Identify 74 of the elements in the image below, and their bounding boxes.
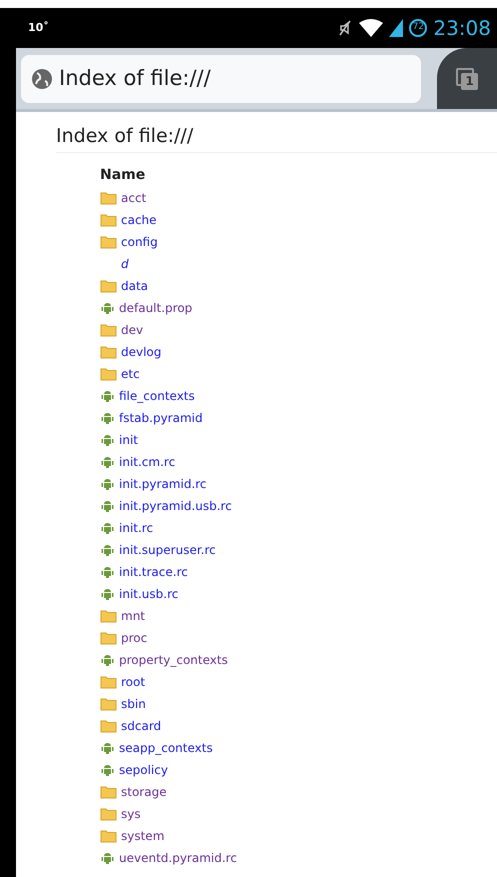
android-icon	[100, 586, 115, 600]
android-icon	[100, 388, 115, 402]
folder-icon	[100, 828, 117, 842]
file-link[interactable]: init.usb.rc	[119, 584, 178, 602]
file-link[interactable]: fstab.pyramid	[119, 408, 203, 426]
file-link[interactable]: mnt	[121, 606, 145, 624]
folder-icon	[100, 608, 117, 622]
temperature-text: 10˚	[28, 20, 49, 36]
android-icon	[100, 476, 115, 490]
android-icon	[100, 542, 115, 556]
file-link[interactable]: sys	[121, 804, 141, 822]
file-link[interactable]: cache	[121, 210, 157, 228]
file-link[interactable]: acct	[121, 188, 146, 206]
file-link[interactable]: ueventd.pyramid.rc	[119, 848, 237, 866]
tab-count: 1	[461, 72, 478, 90]
folder-icon	[100, 234, 117, 248]
folder-icon	[100, 630, 117, 644]
android-icon	[100, 300, 115, 314]
file-link[interactable]: etc	[121, 364, 140, 382]
folder-icon	[100, 784, 117, 798]
android-icon	[100, 432, 115, 446]
folder-icon	[100, 806, 117, 820]
android-icon	[100, 564, 115, 578]
file-link[interactable]: sdcard	[121, 716, 162, 734]
file-link[interactable]: devlog	[121, 342, 162, 360]
file-link[interactable]: init	[119, 430, 138, 448]
android-icon	[100, 410, 115, 424]
android-icon	[100, 454, 115, 468]
file-link[interactable]: data	[121, 276, 148, 294]
file-link[interactable]: property_contexts	[119, 650, 228, 668]
folder-icon	[100, 366, 117, 380]
signal-icon	[389, 19, 404, 37]
url-text: Index of file:///	[59, 64, 211, 92]
file-link[interactable]: seapp_contexts	[119, 738, 213, 756]
folder-icon	[100, 190, 117, 204]
file-link[interactable]: root	[121, 672, 146, 690]
folder-icon	[100, 344, 117, 358]
android-icon	[100, 498, 115, 512]
battery-badge: 72	[409, 19, 428, 37]
file-link[interactable]: init.superuser.rc	[119, 540, 216, 558]
wifi-icon	[359, 19, 384, 37]
globe-icon	[31, 68, 53, 90]
file-link[interactable]: dev	[121, 320, 144, 338]
file-link[interactable]: init.pyramid.rc	[119, 474, 207, 492]
android-icon	[100, 740, 115, 754]
folder-icon	[100, 674, 117, 688]
folder-icon	[100, 696, 117, 710]
file-link[interactable]: proc	[121, 628, 148, 646]
android-icon	[100, 652, 115, 666]
file-link[interactable]: config	[121, 232, 158, 250]
file-link[interactable]: sepolicy	[119, 760, 168, 778]
column-header: Name	[100, 166, 146, 184]
file-link[interactable]: default.prop	[119, 298, 192, 316]
android-icon	[100, 850, 115, 864]
file-link[interactable]: storage	[121, 782, 167, 800]
folder-icon	[100, 212, 117, 226]
folder-icon	[100, 322, 117, 336]
android-icon	[100, 762, 115, 776]
mute-icon	[337, 19, 354, 37]
page-heading: Index of file:///	[56, 122, 497, 152]
tabs-button[interactable]: 1	[437, 48, 497, 109]
file-link[interactable]: init.rc	[119, 518, 154, 536]
file-link[interactable]: sbin	[121, 694, 146, 712]
url-field[interactable]: Index of file:///	[21, 54, 421, 102]
folder-icon	[100, 718, 117, 732]
file-link[interactable]: init.cm.rc	[119, 452, 176, 470]
file-link[interactable]: init.trace.rc	[119, 562, 188, 580]
file-link[interactable]: file_contexts	[119, 386, 195, 404]
file-link[interactable]: system	[121, 826, 164, 844]
folder-icon	[100, 278, 117, 292]
file-link[interactable]: init.pyramid.usb.rc	[119, 496, 232, 514]
clock-text: 23:08	[433, 15, 491, 42]
file-link[interactable]: d	[121, 254, 129, 272]
android-icon	[100, 520, 115, 534]
